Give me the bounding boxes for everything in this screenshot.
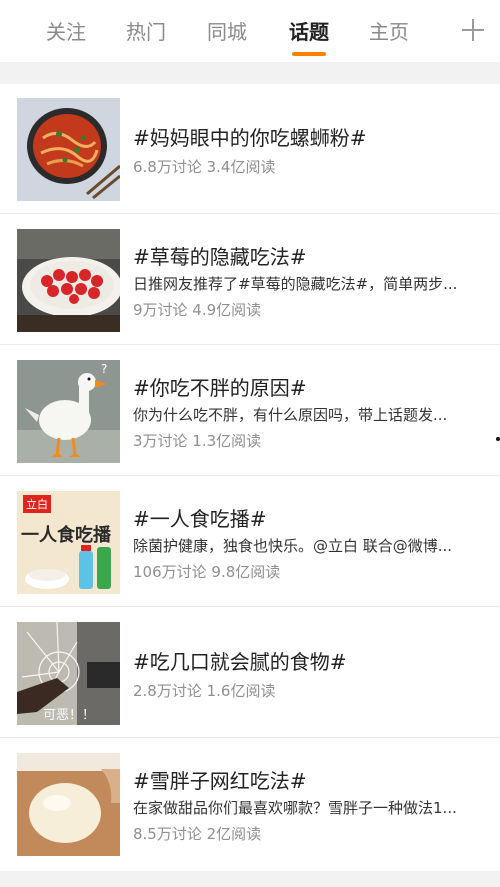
topic-description: 除菌护健康，独食也快乐。@立白 联合@微博... [133, 537, 453, 555]
topic-list: #妈妈眼中的你吃螺蛳粉# 6.8万讨论 3.4亿阅读 #草莓的隐藏吃法# 日推网… [0, 84, 500, 871]
divider [0, 737, 500, 738]
top-tab-bar: 关注 热门 同城 话题 主页 [0, 0, 500, 62]
topic-item[interactable]: #妈妈眼中的你吃螺蛳粉# 6.8万讨论 3.4亿阅读 [0, 84, 500, 214]
topic-stats: 106万讨论 9.8亿阅读 [133, 563, 281, 581]
topic-stats: 3万讨论 1.3亿阅读 [133, 432, 262, 450]
topic-item[interactable]: 立白 一人食吃播 #一人食吃播# 除菌护健康，独食也快乐。@立白 联合@微博..… [0, 477, 500, 607]
topic-stats: 2.8万讨论 1.6亿阅读 [133, 682, 276, 700]
topic-description: 日推网友推荐了#草莓的隐藏吃法#，简单两步... [133, 275, 458, 293]
noodle-bowl-image [17, 98, 120, 201]
image-caption: 可恶！！ [43, 708, 96, 723]
ad-headline: 一人食吃播 [21, 525, 111, 546]
strawberry-plate-image [17, 229, 120, 332]
plus-icon[interactable] [461, 18, 485, 42]
topic-stats: 8.5万讨论 2亿阅读 [133, 825, 262, 843]
divider [0, 606, 500, 607]
topic-stats: 6.8万讨论 3.4亿阅读 [133, 158, 276, 176]
libai-logo: 立白 [23, 495, 51, 513]
topic-title: #草莓的隐藏吃法# [133, 245, 307, 269]
bottom-gap [0, 871, 500, 887]
section-gap [0, 62, 500, 84]
topic-stats: 9万讨论 4.9亿阅读 [133, 301, 262, 319]
tab-local[interactable]: 同城 [207, 18, 247, 46]
topic-title: #你吃不胖的原因# [133, 376, 307, 400]
divider [0, 344, 500, 345]
topic-item[interactable]: ? #你吃不胖的原因# 你为什么吃不胖，有什么原因吗，带上话题发... 3万讨论… [0, 346, 500, 476]
topic-title: #妈妈眼中的你吃螺蛳粉# [133, 126, 367, 150]
tab-hot[interactable]: 热门 [126, 18, 166, 46]
topic-item[interactable]: #雪胖子网红吃法# 在家做甜品你们最喜欢哪款？雪胖子一种做法1... 8.5万讨… [0, 739, 500, 869]
scroll-indicator [496, 437, 500, 441]
topic-title: #雪胖子网红吃法# [133, 769, 307, 793]
topic-title: #一人食吃播# [133, 507, 267, 531]
topic-item[interactable]: 可恶！！ #吃几口就会腻的食物# 2.8万讨论 1.6亿阅读 [0, 608, 500, 738]
topic-description: 在家做甜品你们最喜欢哪款？雪胖子一种做法1... [133, 799, 457, 817]
tab-home[interactable]: 主页 [369, 18, 409, 46]
active-tab-indicator [292, 52, 326, 56]
divider [0, 213, 500, 214]
divider [0, 475, 500, 476]
topic-description: 你为什么吃不胖，有什么原因吗，带上话题发... [133, 406, 448, 424]
tab-follow[interactable]: 关注 [46, 18, 86, 46]
topic-item[interactable]: #草莓的隐藏吃法# 日推网友推荐了#草莓的隐藏吃法#，简单两步... 9万讨论 … [0, 215, 500, 345]
tab-topics[interactable]: 话题 [289, 18, 329, 46]
goose-image: ? [17, 360, 120, 463]
svg-text:?: ? [101, 362, 107, 376]
cracked-glass-image: 可恶！！ [17, 622, 120, 725]
libai-ad-image: 立白 一人食吃播 [17, 491, 120, 594]
topic-title: #吃几口就会腻的食物# [133, 650, 347, 674]
snow-cake-image [17, 753, 120, 856]
